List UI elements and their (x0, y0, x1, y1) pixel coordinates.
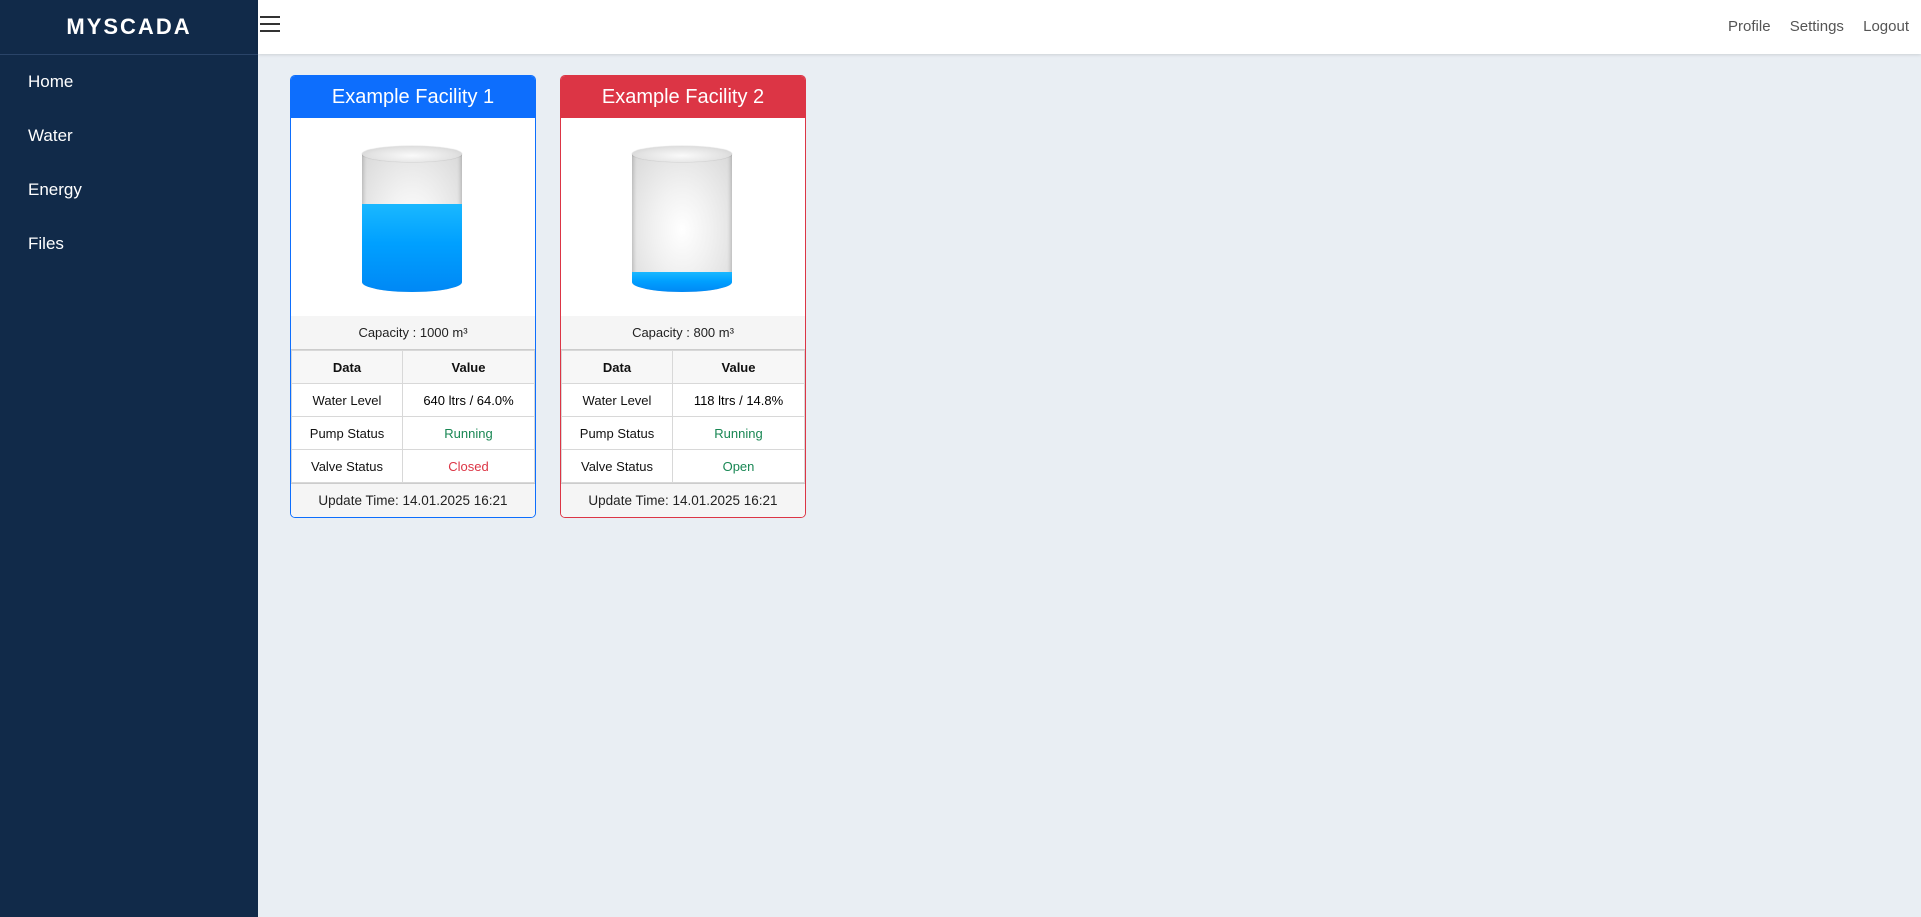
main-content: Example Facility 1 Capacity : 1000 m³ Da… (258, 54, 1921, 917)
row-label: Valve Status (291, 449, 403, 483)
water-level-fill (632, 271, 732, 292)
facility-card: Example Facility 2 Capacity : 800 m³ Dat… (560, 75, 806, 518)
row-label: Water Level (561, 383, 673, 417)
capacity-label: Capacity : 800 m³ (561, 316, 805, 350)
sidebar-item-water[interactable]: Water (0, 109, 258, 163)
profile-link[interactable]: Profile (1728, 18, 1771, 35)
facility-data-table: Data Value Water Level 640 ltrs / 64.0% … (291, 350, 535, 483)
sidebar: MYSCADA Home Water Energy Files (0, 0, 258, 917)
top-navbar: Profile Settings Logout (258, 0, 1921, 54)
tank-display (291, 118, 535, 316)
facility-title: Example Facility 1 (291, 76, 535, 118)
tank-display (561, 118, 805, 316)
row-value: Running (402, 416, 535, 450)
logout-link[interactable]: Logout (1863, 18, 1909, 35)
facility-card: Example Facility 1 Capacity : 1000 m³ Da… (290, 75, 536, 518)
row-value: 640 ltrs / 64.0% (402, 383, 535, 417)
row-value: Open (672, 449, 805, 483)
brand-logo: MYSCADA (0, 0, 258, 55)
table-row: Valve Status Closed (291, 449, 535, 483)
settings-link[interactable]: Settings (1790, 18, 1844, 35)
sidebar-item-home[interactable]: Home (0, 55, 258, 109)
table-row: Pump Status Running (291, 416, 535, 450)
row-label: Valve Status (561, 449, 673, 483)
water-tank-icon (632, 146, 732, 292)
column-header-data: Data (561, 350, 673, 384)
table-row: Pump Status Running (561, 416, 805, 450)
update-time: Update Time: 14.01.2025 16:21 (561, 483, 805, 517)
table-row: Water Level 118 ltrs / 14.8% (561, 383, 805, 417)
water-level-fill (362, 203, 462, 292)
sidebar-item-files[interactable]: Files (0, 217, 258, 271)
sidebar-item-energy[interactable]: Energy (0, 163, 258, 217)
column-header-value: Value (672, 350, 805, 384)
row-label: Water Level (291, 383, 403, 417)
row-label: Pump Status (291, 416, 403, 450)
column-header-data: Data (291, 350, 403, 384)
table-row: Valve Status Open (561, 449, 805, 483)
hamburger-icon[interactable] (260, 16, 280, 38)
facility-data-table: Data Value Water Level 118 ltrs / 14.8% … (561, 350, 805, 483)
row-value: Running (672, 416, 805, 450)
water-tank-icon (362, 146, 462, 292)
column-header-value: Value (402, 350, 535, 384)
capacity-label: Capacity : 1000 m³ (291, 316, 535, 350)
row-value: 118 ltrs / 14.8% (672, 383, 805, 417)
row-value: Closed (402, 449, 535, 483)
row-label: Pump Status (561, 416, 673, 450)
facility-title: Example Facility 2 (561, 76, 805, 118)
table-row: Water Level 640 ltrs / 64.0% (291, 383, 535, 417)
top-nav-links: Profile Settings Logout (1713, 0, 1909, 54)
update-time: Update Time: 14.01.2025 16:21 (291, 483, 535, 517)
